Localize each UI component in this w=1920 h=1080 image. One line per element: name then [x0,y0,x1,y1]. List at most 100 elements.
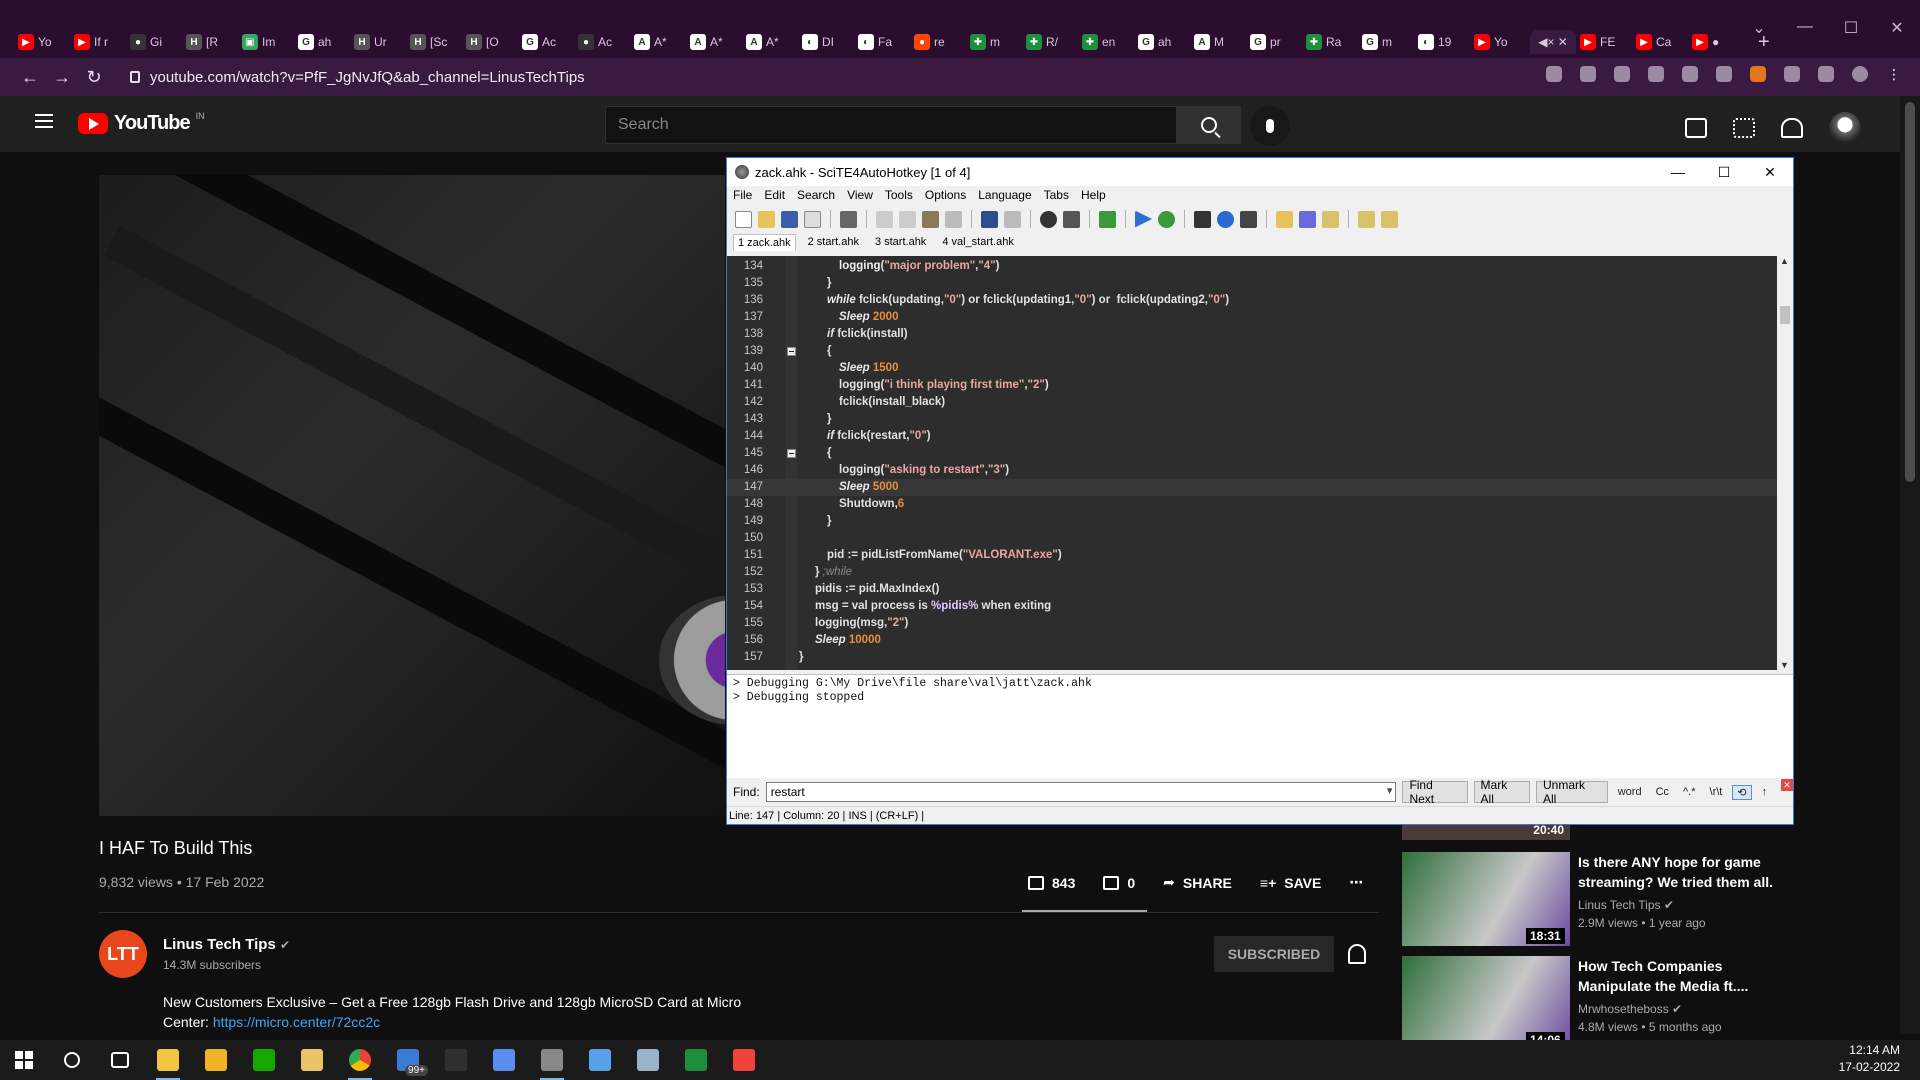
channel-name[interactable]: Linus Tech Tips ✔ [163,936,290,953]
browser-tab[interactable]: ◐ DI [802,30,854,54]
metamask-icon[interactable] [1750,66,1766,82]
browser-tab[interactable]: ▣ Im [242,30,294,54]
menu-item-tools[interactable]: Tools [885,188,913,202]
browser-tab[interactable]: ✚ en [1082,30,1134,54]
menu-item-edit[interactable]: Edit [764,188,785,202]
scrollbar-thumb[interactable] [1780,306,1790,324]
browser-tab[interactable]: ▶ Yo [18,30,70,54]
file-tab[interactable]: 3 start.ahk [871,234,930,251]
code-line[interactable]: 142 fclick(install_black) [727,394,1777,411]
voice-search-button[interactable] [1250,106,1290,146]
code-line[interactable]: 155 logging(msg,"2") [727,615,1777,632]
code-line[interactable]: 139 { [727,343,1777,360]
address-bar[interactable]: youtube.com/watch?v=PfF_JgNvJfQ&ab_chann… [130,69,585,86]
browser-tab[interactable]: ◐ Fa [858,30,910,54]
browser-tab[interactable]: ✚ Ra [1306,30,1358,54]
print-icon[interactable] [840,210,857,228]
extension-icon[interactable] [1682,66,1698,82]
find-icon[interactable] [1040,210,1057,228]
channel-avatar[interactable]: LTT [99,930,147,978]
menu-item-help[interactable]: Help [1081,188,1106,202]
browser-tab[interactable]: ✚ m [970,30,1022,54]
folder-taskbar-button[interactable] [192,1040,240,1080]
apps-grid-icon[interactable] [1733,118,1755,138]
terminal-taskbar-button[interactable] [432,1040,480,1080]
scriptlet-icon[interactable] [1322,210,1339,228]
code-line[interactable]: 148 Shutdown,6 [727,496,1777,513]
anydesk-taskbar-button[interactable] [720,1040,768,1080]
editor-scrollbar[interactable]: ▲ ▼ [1777,256,1793,670]
find-next-button[interactable]: Find Next [1402,778,1468,806]
cut-icon[interactable] [876,210,893,228]
close-find-icon[interactable]: ✕ [1781,779,1794,791]
search-input[interactable]: Search [605,106,1177,144]
reload-icon[interactable]: ↻ [78,67,110,88]
code-line[interactable]: 135} [727,275,1777,292]
upwork-taskbar-button[interactable] [240,1040,288,1080]
description-link[interactable]: https://micro.center/72cc2c [213,1014,380,1030]
scite-title-bar[interactable]: zack.ahk - SciTE4AutoHotkey [1 of 4] — ☐… [727,158,1793,186]
fold-toggle-icon[interactable] [787,347,796,356]
settings-icon[interactable] [1276,210,1293,228]
share-button[interactable]: ➦ SHARE [1163,874,1232,891]
file-explorer-taskbar-button[interactable] [144,1040,192,1080]
task-view-taskbar-button[interactable] [96,1040,144,1080]
browser-tab[interactable]: AM [1194,30,1246,54]
close-file-icon[interactable] [804,210,821,228]
match-word-toggle[interactable]: word [1614,786,1646,798]
recommended-channel[interactable]: Mrwhosetheboss ✔ [1578,1002,1682,1016]
code-line[interactable]: 147 Sleep 5000 [727,479,1777,496]
menu-item-search[interactable]: Search [797,188,835,202]
browser-tab[interactable]: H [O [466,30,518,54]
subscribed-button[interactable]: SUBSCRIBED [1214,936,1334,972]
forward-icon[interactable]: → [46,67,78,88]
code-line[interactable]: 146 logging("asking to restart","3") [727,462,1777,479]
recommended-video[interactable]: 18:31 Is there ANY hope for game streamin… [1402,852,1782,948]
window-spy-icon[interactable] [1194,210,1211,228]
search-button[interactable] [1177,106,1241,144]
wrap-around-icon[interactable]: ⟲ [1732,784,1752,800]
browser-tab[interactable]: ▶ FE [1580,30,1632,54]
scite-taskbar-button[interactable] [528,1040,576,1080]
close-window-icon[interactable]: ✕ [1874,18,1920,38]
delete-icon[interactable] [945,210,962,228]
browser-tab[interactable]: H [Sc [410,30,462,54]
debug-icon[interactable] [1158,210,1175,228]
menu-icon[interactable] [35,114,53,128]
menu-item-tabs[interactable]: Tabs [1044,188,1069,202]
recommended-title[interactable]: Is there ANY hope for game streaming? We… [1578,852,1778,892]
menu-item-view[interactable]: View [847,188,873,202]
code-line[interactable]: 136 while fclick(updating,"0") or fclick(… [727,292,1777,309]
browser-tab[interactable]: ▶ Yo [1474,30,1526,54]
install-icon[interactable] [1546,66,1562,82]
code-line[interactable]: 154 msg = val process is %pidis% when exi… [727,598,1777,615]
search-up-icon[interactable]: ↑ [1758,786,1772,798]
code-line[interactable]: 137 Sleep 2000 [727,309,1777,326]
puzzle-icon[interactable] [1784,66,1800,82]
sheets-taskbar-button[interactable] [672,1040,720,1080]
unmark-all-button[interactable]: Unmark All [1536,778,1608,806]
browser-tab[interactable]: A A* [746,30,798,54]
code-editor[interactable]: 134 logging("major problem","4") 135} 136 wh… [727,256,1777,670]
run-icon[interactable] [1135,210,1152,228]
browser-tab[interactable]: ◐ 19 [1418,30,1470,54]
code-line[interactable]: 140 Sleep 1500 [727,360,1777,377]
extension-icon[interactable] [1648,66,1664,82]
output-pane[interactable]: > Debugging G:\My Drive\file share\val\j… [727,674,1793,778]
recommended-title[interactable]: How Tech Companies Manipulate the Media … [1578,956,1778,996]
backslash-toggle[interactable]: \r\t [1706,786,1727,798]
help-icon[interactable] [1217,210,1234,228]
youtube-logo[interactable]: YouTube IN [78,111,205,135]
page-scrollbar[interactable] [1900,96,1920,1034]
browser-tab[interactable]: H Ur [354,30,406,54]
create-video-icon[interactable] [1685,118,1707,138]
browser-tab[interactable]: ● re [914,30,966,54]
close-icon[interactable]: ✕ [1747,158,1793,186]
redo-icon[interactable] [1004,210,1021,228]
code-line[interactable]: 156 Sleep 10000 [727,632,1777,649]
browser-tab[interactable]: ● Ac [578,30,630,54]
maximize-icon[interactable]: ☐ [1701,158,1747,186]
fold-toggle-icon[interactable] [787,449,796,458]
menu-item-options[interactable]: Options [925,188,966,202]
browser-tab[interactable]: ✚ R/ [1026,30,1078,54]
